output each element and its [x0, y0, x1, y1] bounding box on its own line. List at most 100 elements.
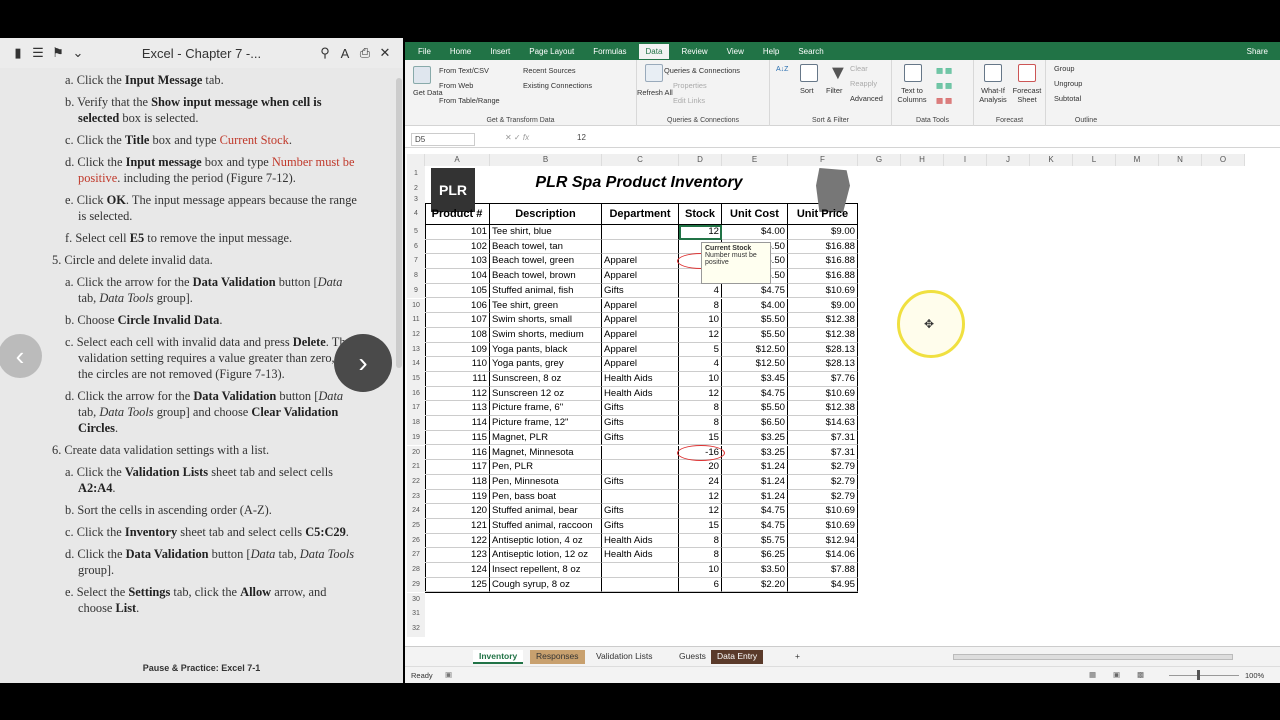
table-cell[interactable]: $5.50: [722, 401, 788, 417]
row-header[interactable]: 5: [407, 225, 425, 240]
row-header[interactable]: 2: [407, 181, 425, 196]
forecast-sheet-button[interactable]: Forecast Sheet: [1010, 86, 1044, 104]
subtotal-button[interactable]: Subtotal: [1054, 94, 1081, 103]
table-cell[interactable]: Magnet, Minnesota: [490, 445, 602, 461]
row-header[interactable]: 16: [407, 386, 425, 402]
table-cell[interactable]: Health Aids: [602, 372, 679, 387]
clear-button[interactable]: Clear: [850, 64, 868, 73]
table-cell[interactable]: Apparel: [602, 357, 679, 372]
bookmark-icon[interactable]: ⚑: [48, 45, 68, 61]
table-cell[interactable]: [602, 460, 679, 475]
table-cell[interactable]: 106: [425, 298, 490, 314]
table-cell[interactable]: $16.88: [788, 254, 858, 270]
table-cell[interactable]: Stuffed animal, fish: [490, 283, 602, 299]
table-cell[interactable]: $10.69: [788, 283, 858, 299]
from-text-button[interactable]: From Text/CSV: [439, 66, 489, 75]
existing-connections-button[interactable]: Existing Connections: [523, 81, 592, 90]
sheet-tab-responses[interactable]: Responses: [530, 650, 585, 664]
table-cell[interactable]: [602, 445, 679, 461]
row-header[interactable]: 11: [407, 313, 425, 328]
tab-search[interactable]: Search: [791, 44, 830, 59]
table-cell[interactable]: 117: [425, 460, 490, 475]
table-cell[interactable]: $3.25: [722, 445, 788, 461]
table-cell[interactable]: Apparel: [602, 269, 679, 284]
table-cell[interactable]: 6: [679, 577, 722, 593]
table-cell[interactable]: Pen, PLR: [490, 460, 602, 475]
table-cell[interactable]: Apparel: [602, 342, 679, 358]
tab-help[interactable]: Help: [756, 44, 786, 59]
row-header[interactable]: 28: [407, 563, 425, 578]
tab-view[interactable]: View: [720, 44, 751, 59]
data-validation-icon[interactable]: ▦ ▦: [936, 96, 952, 105]
sheet-tab-inventory[interactable]: Inventory: [473, 650, 524, 664]
table-cell[interactable]: Sunscreen 12 oz: [490, 386, 602, 402]
table-cell[interactable]: Yoga pants, black: [490, 342, 602, 358]
row-header[interactable]: 26: [407, 533, 425, 549]
table-cell[interactable]: $5.50: [722, 327, 788, 343]
column-header-l[interactable]: L: [1073, 154, 1116, 166]
table-cell[interactable]: 121: [425, 519, 490, 534]
table-cell[interactable]: Apparel: [602, 313, 679, 328]
table-cell[interactable]: 12: [679, 327, 722, 343]
row-header[interactable]: 13: [407, 342, 425, 358]
table-cell[interactable]: $12.38: [788, 327, 858, 343]
table-cell[interactable]: 4: [679, 357, 722, 372]
table-cell[interactable]: 15: [679, 430, 722, 446]
flash-fill-icon[interactable]: ▦ ▦: [936, 66, 952, 75]
table-cell[interactable]: $12.38: [788, 313, 858, 328]
table-cell[interactable]: [602, 225, 679, 240]
table-cell[interactable]: Swim shorts, medium: [490, 327, 602, 343]
table-cell[interactable]: 104: [425, 269, 490, 284]
table-cell[interactable]: 12: [679, 489, 722, 505]
table-cell[interactable]: 24: [679, 474, 722, 490]
table-cell[interactable]: 115: [425, 430, 490, 446]
table-cell[interactable]: 20: [679, 460, 722, 475]
table-cell[interactable]: Apparel: [602, 327, 679, 343]
reader-scrollbar[interactable]: [396, 78, 402, 368]
table-cell[interactable]: $2.79: [788, 489, 858, 505]
table-cell[interactable]: 112: [425, 386, 490, 402]
table-cell[interactable]: $14.06: [788, 548, 858, 564]
zoom-slider[interactable]: [1169, 675, 1239, 676]
row-header[interactable]: 29: [407, 577, 425, 593]
column-header-d[interactable]: D: [679, 154, 722, 166]
table-cell[interactable]: $7.31: [788, 445, 858, 461]
print-icon[interactable]: ⎙: [355, 45, 375, 61]
table-cell[interactable]: $3.50: [722, 563, 788, 578]
table-cell[interactable]: $4.95: [788, 577, 858, 593]
row-header[interactable]: 24: [407, 504, 425, 519]
table-cell[interactable]: 108: [425, 327, 490, 343]
table-cell[interactable]: $16.88: [788, 269, 858, 284]
row-header[interactable]: 4: [407, 203, 425, 225]
table-cell[interactable]: $28.13: [788, 342, 858, 358]
table-cell[interactable]: $12.50: [722, 357, 788, 372]
row-header[interactable]: 19: [407, 430, 425, 446]
table-cell[interactable]: 4: [679, 283, 722, 299]
table-cell[interactable]: Stuffed animal, bear: [490, 504, 602, 519]
filter-button[interactable]: Filter: [826, 86, 842, 95]
sort-button[interactable]: Sort: [800, 86, 814, 95]
row-header[interactable]: 9: [407, 283, 425, 299]
table-cell[interactable]: $4.00: [722, 225, 788, 240]
table-cell[interactable]: $10.69: [788, 519, 858, 534]
table-cell[interactable]: 103: [425, 254, 490, 270]
table-cell[interactable]: 8: [679, 533, 722, 549]
table-cell[interactable]: Tee shirt, green: [490, 298, 602, 314]
text-to-columns-button[interactable]: Text to Columns: [894, 86, 930, 104]
table-cell[interactable]: 102: [425, 239, 490, 255]
table-cell[interactable]: $4.75: [722, 283, 788, 299]
sheet-tab-validation-lists[interactable]: Validation Lists: [590, 650, 659, 664]
table-cell[interactable]: 10: [679, 313, 722, 328]
table-cell[interactable]: 113: [425, 401, 490, 417]
table-cell[interactable]: 111: [425, 372, 490, 387]
search-icon[interactable]: ⚲: [315, 45, 335, 61]
table-cell[interactable]: 105: [425, 283, 490, 299]
table-cell[interactable]: Gifts: [602, 504, 679, 519]
name-box[interactable]: D5: [411, 133, 475, 146]
tab-review[interactable]: Review: [674, 44, 714, 59]
tab-formulas[interactable]: Formulas: [586, 44, 633, 59]
row-header[interactable]: 12: [407, 327, 425, 343]
table-cell[interactable]: Beach towel, green: [490, 254, 602, 270]
tab-page-layout[interactable]: Page Layout: [522, 44, 581, 59]
table-cell[interactable]: Pen, bass boat: [490, 489, 602, 505]
